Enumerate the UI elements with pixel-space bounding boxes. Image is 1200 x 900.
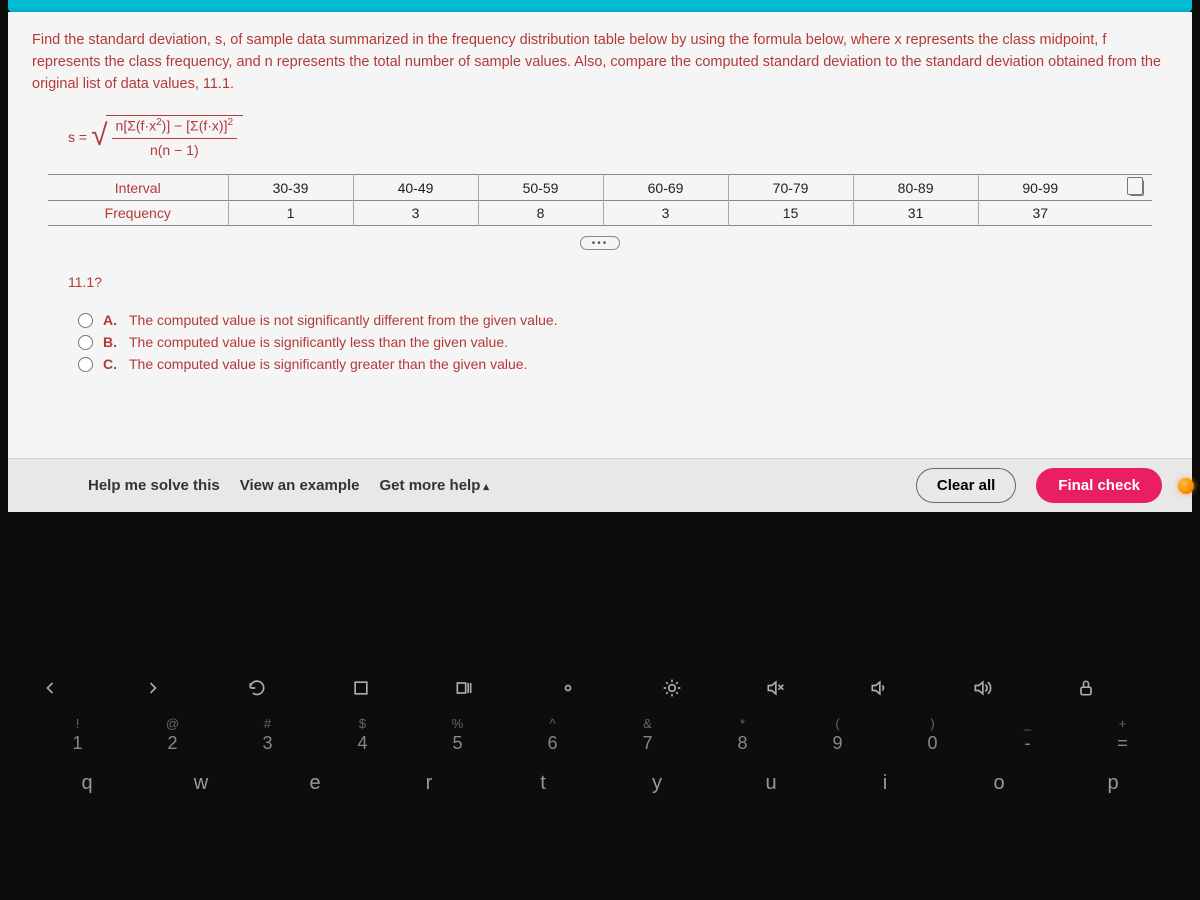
interval-cell: 60-69	[603, 174, 728, 200]
frequency-cell: 31	[853, 201, 978, 226]
frequency-cell: 8	[478, 201, 603, 226]
choice-c[interactable]: C. The computed value is significantly g…	[78, 356, 1122, 372]
key-7: &7	[606, 716, 690, 754]
radio-c[interactable]	[78, 357, 93, 372]
key-5: %5	[416, 716, 500, 754]
key-6: ^6	[511, 716, 595, 754]
physical-keyboard: !1 @2 #3 $4 %5 ^6 &7 *8 (9 )0 _- += q w …	[0, 650, 1200, 823]
formula-denominator: n(n − 1)	[146, 139, 203, 158]
brightness-up-icon	[662, 678, 746, 698]
choice-b-label: B.	[103, 334, 117, 350]
interval-cell: 50-59	[478, 174, 603, 200]
key-0: )0	[891, 716, 975, 754]
get-more-help-button[interactable]: Get more help	[380, 477, 489, 494]
choice-a-label: A.	[103, 312, 117, 328]
sub-question: 11.1?	[8, 258, 1192, 298]
monitor-frame: Find the standard deviation, s, of sampl…	[0, 0, 1200, 900]
radio-b[interactable]	[78, 335, 93, 350]
choice-a-text: The computed value is not significantly …	[129, 312, 558, 328]
key-w: w	[159, 772, 243, 795]
copy-icon[interactable]	[1130, 180, 1144, 196]
table-row: Interval 30-39 40-49 50-59 60-69 70-79 8…	[48, 174, 1152, 200]
frequency-cell: 37	[978, 201, 1102, 226]
key-u: u	[729, 772, 813, 795]
brightness-down-icon	[558, 678, 642, 698]
key-t: t	[501, 772, 585, 795]
key-y: y	[615, 772, 699, 795]
interval-cell: 90-99	[978, 174, 1102, 200]
key-4: $4	[321, 716, 405, 754]
back-arrow-icon	[40, 678, 124, 698]
frequency-table: Interval 30-39 40-49 50-59 60-69 70-79 8…	[48, 174, 1152, 226]
radical-symbol: √	[91, 121, 107, 164]
refresh-icon	[247, 678, 331, 698]
formula: s = √ n[Σ(f·x2)] − [Σ(f·x)]2 n(n − 1)	[8, 109, 1192, 168]
key-p: p	[1071, 772, 1155, 795]
clear-all-button[interactable]: Clear all	[916, 468, 1016, 503]
radio-a[interactable]	[78, 313, 93, 328]
key-8: *8	[701, 716, 785, 754]
mute-icon	[765, 678, 849, 698]
expand-ellipsis-button[interactable]: •••	[580, 236, 620, 250]
choice-a[interactable]: A. The computed value is not significant…	[78, 312, 1122, 328]
key-r: r	[387, 772, 471, 795]
question-panel: Find the standard deviation, s, of sampl…	[8, 12, 1192, 512]
key-o: o	[957, 772, 1041, 795]
frequency-cell: 15	[728, 201, 853, 226]
formula-lhs: s =	[68, 129, 87, 145]
choice-c-label: C.	[103, 356, 117, 372]
interval-cell: 40-49	[353, 174, 478, 200]
table-row: Frequency 1 3 8 3 15 31 37	[48, 201, 1152, 226]
action-bar: Help me solve this View an example Get m…	[8, 458, 1192, 512]
frequency-cell: 1	[228, 201, 353, 226]
help-me-solve-button[interactable]: Help me solve this	[88, 477, 220, 494]
forward-arrow-icon	[143, 678, 227, 698]
key-e: e	[273, 772, 357, 795]
key-1: !1	[36, 716, 120, 754]
view-example-button[interactable]: View an example	[240, 477, 360, 494]
answer-choices: A. The computed value is not significant…	[8, 298, 1192, 398]
interval-cell: 70-79	[728, 174, 853, 200]
question-prompt: Find the standard deviation, s, of sampl…	[8, 12, 1192, 109]
row-label-frequency: Frequency	[48, 201, 228, 226]
frequency-cell: 3	[603, 201, 728, 226]
interval-cell: 80-89	[853, 174, 978, 200]
key-2: @2	[131, 716, 215, 754]
window-top-bar	[8, 0, 1192, 12]
formula-numerator: n[Σ(f·x2)] − [Σ(f·x)]2	[112, 115, 238, 139]
choice-b-text: The computed value is significantly less…	[129, 334, 508, 350]
key-i: i	[843, 772, 927, 795]
volume-down-icon	[869, 678, 953, 698]
volume-up-icon	[972, 678, 1056, 698]
key-minus: _-	[986, 716, 1070, 754]
key-equals: +=	[1081, 716, 1165, 754]
final-check-button[interactable]: Final check	[1036, 468, 1162, 503]
key-9: (9	[796, 716, 880, 754]
record-indicator-icon	[1178, 478, 1194, 494]
choice-b[interactable]: B. The computed value is significantly l…	[78, 334, 1122, 350]
overview-icon	[454, 678, 538, 698]
lock-icon	[1076, 678, 1160, 698]
row-label-interval: Interval	[48, 174, 228, 200]
fullscreen-icon	[351, 678, 435, 698]
choice-c-text: The computed value is significantly grea…	[129, 356, 527, 372]
interval-cell: 30-39	[228, 174, 353, 200]
key-q: q	[45, 772, 129, 795]
frequency-cell: 3	[353, 201, 478, 226]
key-3: #3	[226, 716, 310, 754]
